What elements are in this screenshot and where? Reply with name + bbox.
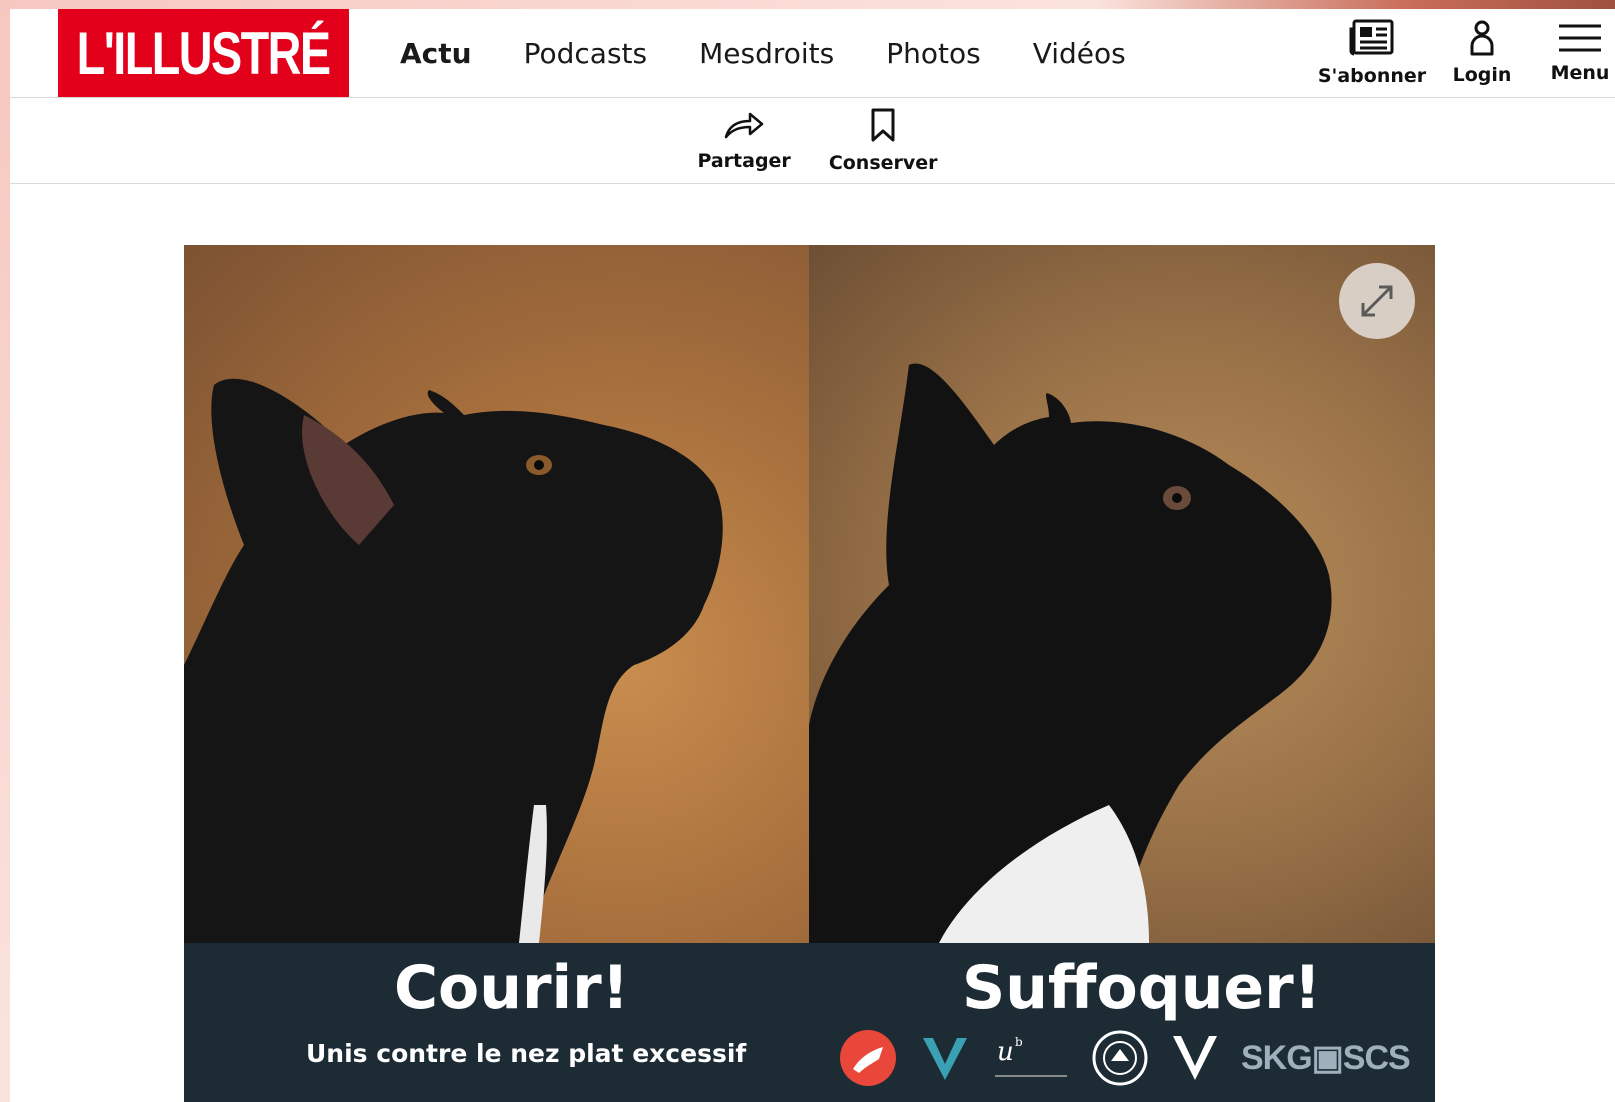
page: L'ILLUSTRÉ Actu Podcasts Mesdroits Photo… [10, 9, 1615, 1102]
share-button[interactable]: Partager [697, 110, 791, 172]
partner-logo-circle-red [839, 1029, 897, 1087]
nav-item-photos[interactable]: Photos [886, 37, 980, 70]
partner-logos: ub SKG▣SCS [839, 1029, 1411, 1087]
partner-logo-seal [1091, 1029, 1149, 1087]
share-label: Partager [697, 149, 791, 172]
svg-text:b: b [1015, 1035, 1023, 1049]
menu-button[interactable]: Menu [1545, 9, 1615, 97]
menu-label: Menu [1550, 62, 1610, 84]
header-actions: S'abonner Login Menu [1317, 9, 1615, 97]
share-arrow-icon [724, 112, 764, 138]
expand-image-button[interactable] [1339, 263, 1415, 339]
hamburger-icon [1559, 24, 1601, 52]
caption-subtitle: Unis contre le nez plat excessif [306, 1039, 747, 1068]
nav-item-videos[interactable]: Vidéos [1033, 37, 1126, 70]
expand-icon [1361, 285, 1393, 317]
dog-photo-right [809, 245, 1435, 943]
partner-logo-v-white [1171, 1032, 1219, 1084]
site-header: L'ILLUSTRÉ Actu Podcasts Mesdroits Photo… [10, 9, 1615, 98]
user-icon [1470, 20, 1494, 56]
image-caption-band: Courir! Suffoquer! Unis contre le nez pl… [184, 943, 1435, 1102]
dog-silhouette-left [184, 378, 723, 943]
nav-item-podcasts[interactable]: Podcasts [524, 37, 648, 70]
save-label: Conserver [828, 151, 938, 174]
caption-title-right: Suffoquer! [962, 953, 1322, 1023]
subscribe-label: S'abonner [1317, 65, 1427, 87]
nav-item-mesdroits[interactable]: Mesdroits [699, 37, 834, 70]
login-label: Login [1452, 64, 1512, 86]
main-nav: Actu Podcasts Mesdroits Photos Vidéos [400, 9, 1126, 97]
newspaper-icon [1349, 19, 1394, 56]
dog-silhouette-right [809, 363, 1332, 943]
partner-logo-skg-scs: SKG▣SCS [1241, 1039, 1411, 1077]
bookmark-icon [871, 108, 895, 141]
hero-image: Courir! Suffoquer! Unis contre le nez pl… [184, 245, 1435, 1102]
partner-logo-v-teal [919, 1032, 971, 1084]
save-button[interactable]: Conserver [829, 108, 938, 174]
partner-logo-unibe: ub [993, 1032, 1069, 1084]
article-toolbar: Partager Conserver [10, 98, 1615, 184]
dog-photo-left [184, 245, 809, 943]
svg-text:u: u [997, 1037, 1014, 1067]
caption-title-left: Courir! [394, 953, 630, 1023]
logo-text: L'ILLUSTRÉ [77, 19, 331, 87]
login-button[interactable]: Login [1447, 9, 1517, 97]
site-logo[interactable]: L'ILLUSTRÉ [58, 9, 349, 97]
subscribe-button[interactable]: S'abonner [1317, 9, 1427, 97]
nav-item-actu[interactable]: Actu [400, 37, 472, 70]
